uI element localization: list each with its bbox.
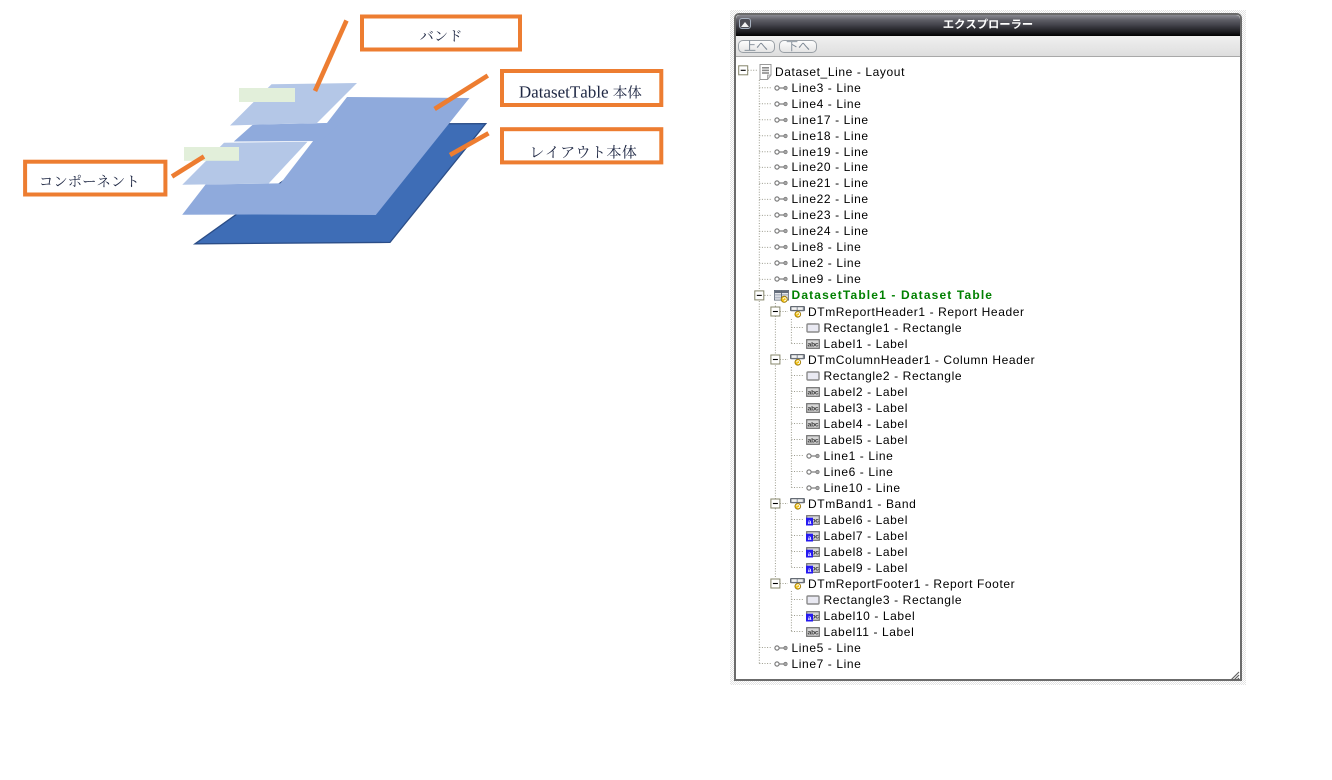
svg-text:a: a xyxy=(807,615,811,622)
svg-text:a: a xyxy=(807,535,811,542)
svg-text:a: a xyxy=(807,551,811,558)
svg-text:a: a xyxy=(807,519,811,526)
svg-text:abc: abc xyxy=(807,405,818,412)
svg-text:abc: abc xyxy=(807,421,818,428)
svg-text:abc: abc xyxy=(807,437,818,444)
svg-text:a: a xyxy=(807,567,811,574)
svg-text:abc: abc xyxy=(807,341,818,348)
svg-text:abc: abc xyxy=(807,389,818,396)
svg-text:abc: abc xyxy=(807,629,818,636)
